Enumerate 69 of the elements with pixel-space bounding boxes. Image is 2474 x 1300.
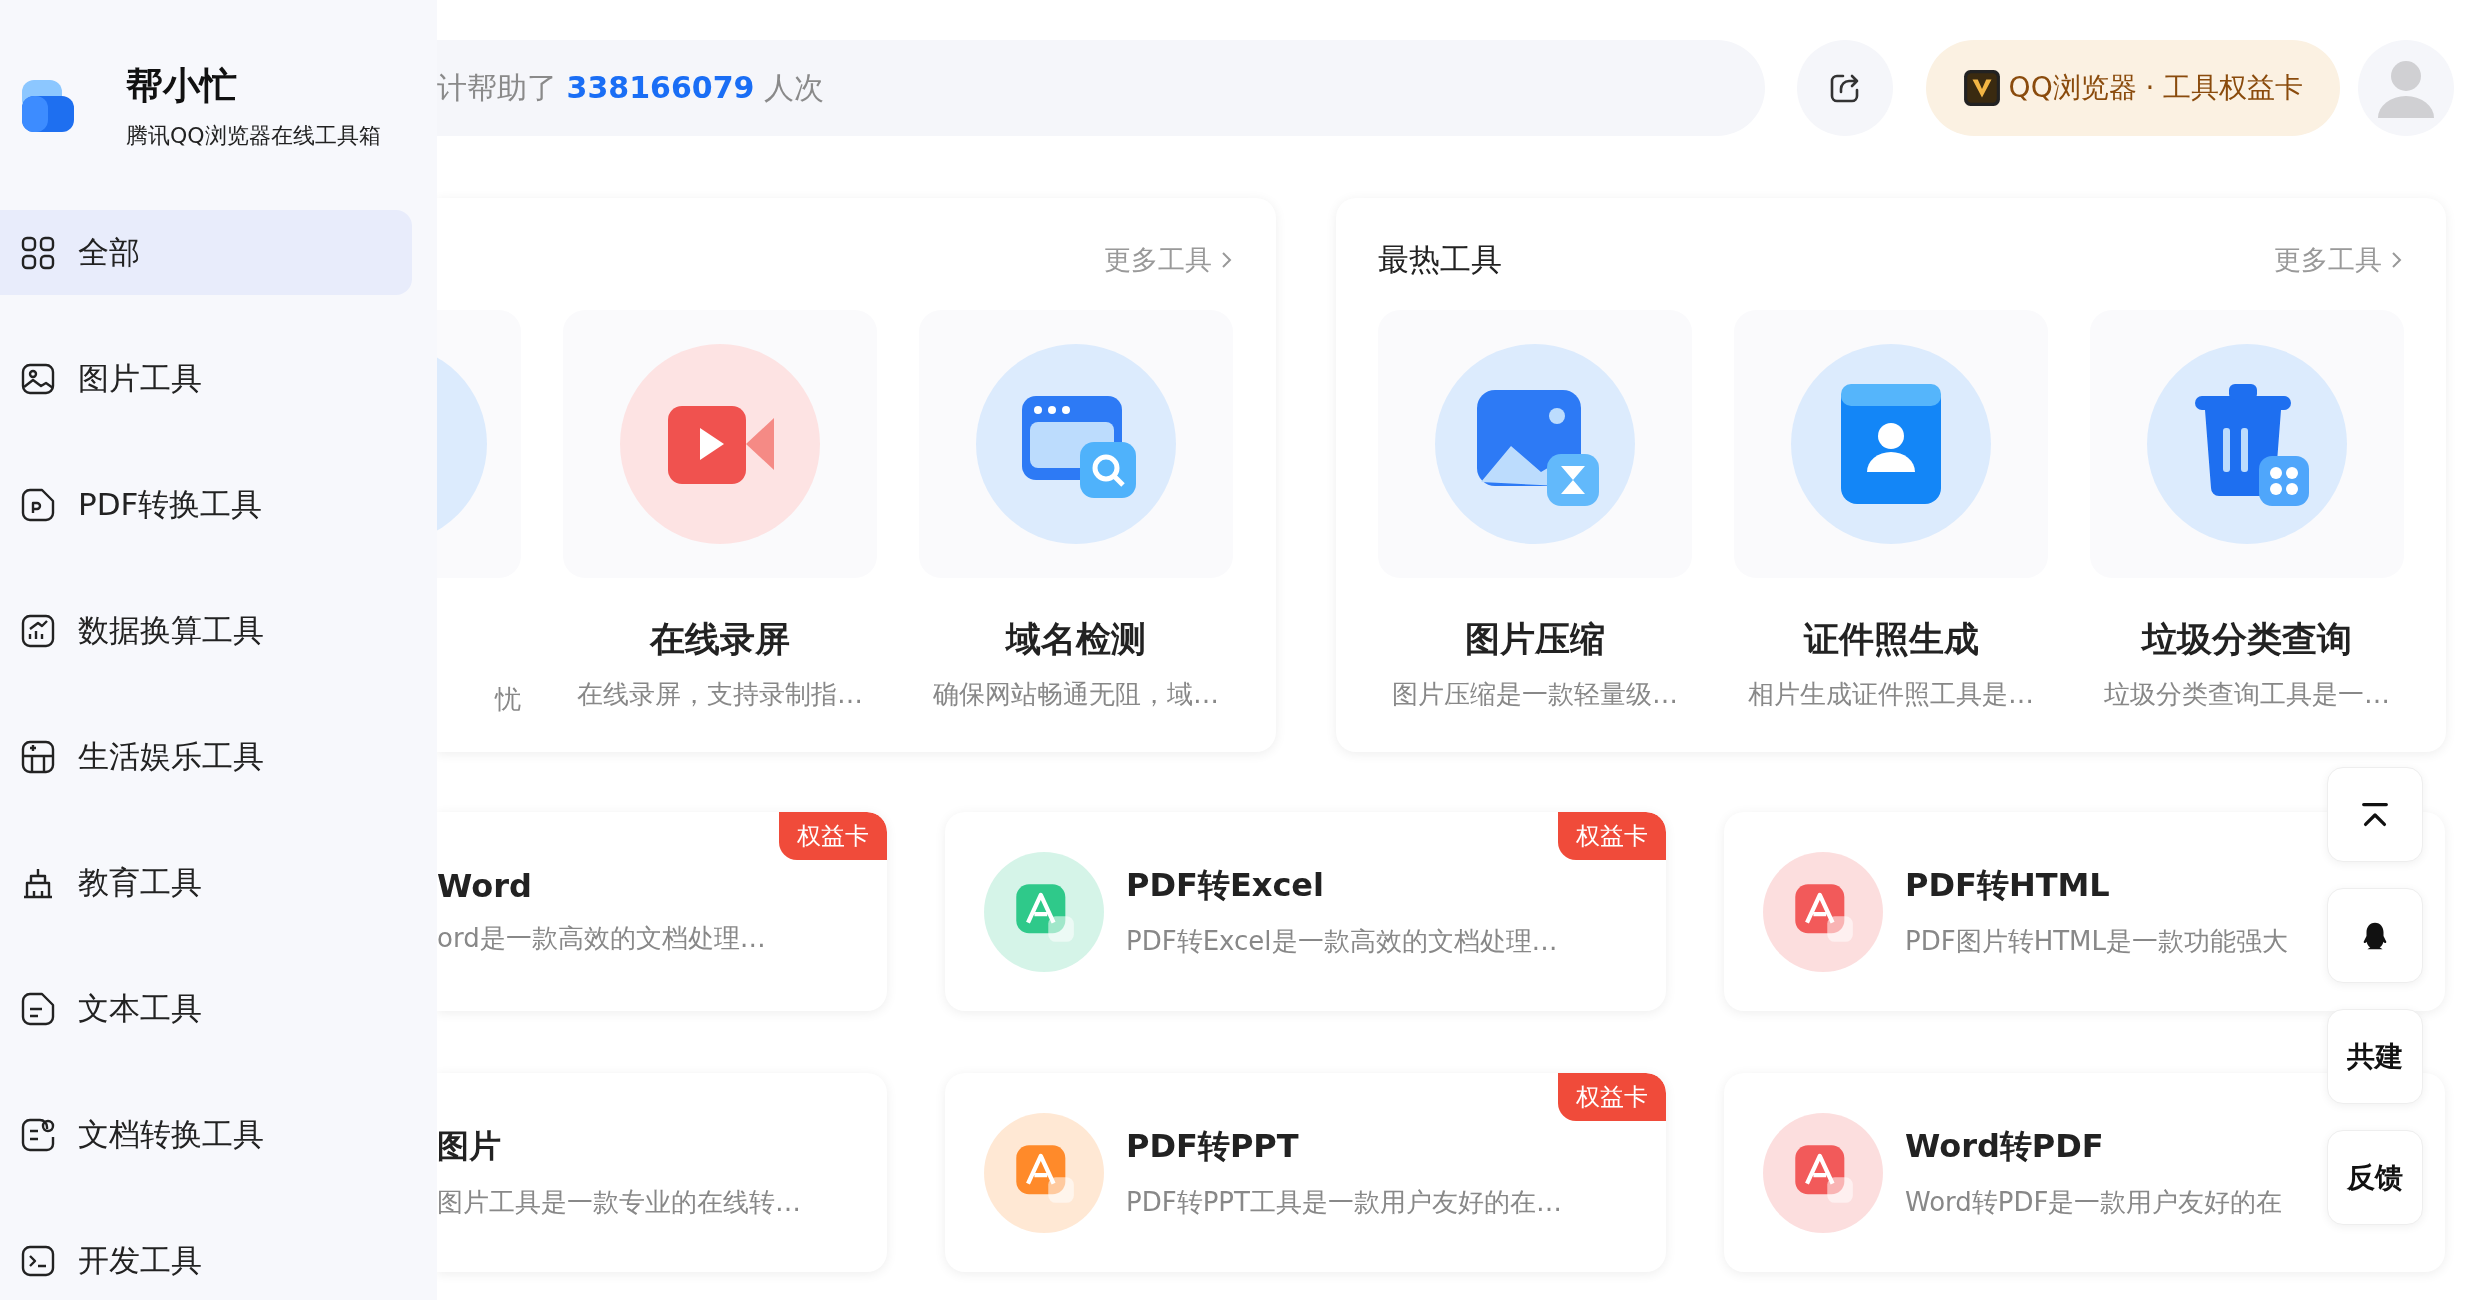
tool-description: PDF转PPT工具是一款用户友好的在… [1126, 1186, 1562, 1219]
pdf-file-icon [20, 486, 56, 523]
float-text-button[interactable]: 共建 [2327, 1009, 2423, 1104]
tool-tile[interactable] [2090, 310, 2404, 578]
app-title: 帮小忙 [126, 63, 238, 109]
tool-card[interactable]: PDF转PPT PDF转PPT工具是一款用户友好的在… 权益卡 [945, 1073, 1666, 1272]
vip-badge-icon [1962, 69, 2001, 107]
vip-card-button[interactable]: QQ浏览器 · 工具权益卡 [1926, 40, 2340, 136]
gamepad-icon [20, 738, 56, 775]
sidebar-item[interactable]: 生活娱乐工具 [0, 714, 412, 799]
sidebar-item[interactable]: 文档转换工具 [0, 1092, 412, 1177]
tool-description: 在线录屏，支持录制指… [577, 678, 863, 711]
grid-icon [20, 234, 56, 271]
tool-title: Word转PDF [1905, 1126, 2105, 1167]
tool-tile[interactable] [437, 310, 521, 578]
tool-name: 图片压缩 [1465, 618, 1605, 661]
trash-can-icon [2147, 344, 2347, 544]
tool-name: 垃圾分类查询 [2142, 618, 2352, 661]
sidebar-item[interactable]: 数据换算工具 [0, 588, 412, 673]
tool-description: ord是一款高效的文档处理… [437, 922, 766, 955]
sidebar-item[interactable]: 开发工具 [0, 1218, 412, 1300]
web-search-icon [976, 344, 1176, 544]
tool-description: Word转PDF是一款用户友好的在 [1905, 1186, 2283, 1219]
app-subtitle: 腾讯QQ浏览器在线工具箱 [126, 122, 381, 150]
float-text-button[interactable]: 反馈 [2327, 1130, 2423, 1225]
tool-title: 图片 [437, 1126, 502, 1167]
tool-title: PDF转HTML [1905, 865, 2111, 906]
tool-title: PDF转PPT [1126, 1126, 1300, 1167]
sidebar-item[interactable]: 图片工具 [0, 336, 412, 421]
sidebar-item[interactable]: 文本工具 [0, 966, 412, 1051]
logo-icon [20, 78, 76, 134]
tool-title: PDF转Excel [1126, 865, 1325, 906]
tool-description: PDF转Excel是一款高效的文档处理… [1126, 925, 1558, 958]
stats-text: 计帮助了 338166079 人次 [437, 68, 824, 107]
benefit-badge: 权益卡 [1558, 1073, 1666, 1121]
benefit-badge: 权益卡 [779, 812, 887, 860]
tool-description: 相片生成证件照工具是… [1748, 678, 2034, 711]
tool-description: 忧 [495, 683, 521, 716]
tool-card[interactable]: PDF转HTML PDF图片转HTML是一款功能强大 [1724, 812, 2445, 1011]
qq-button[interactable] [2327, 888, 2423, 983]
tool-tile[interactable] [1378, 310, 1692, 578]
benefit-badge: 权益卡 [1558, 812, 1666, 860]
tool-name: 证件照生成 [1803, 618, 1979, 661]
tool-description: 图片压缩是一款轻量级… [1392, 678, 1678, 711]
tool-name: 域名检测 [1006, 618, 1146, 661]
chevron-right-icon [1220, 250, 1232, 270]
tool-title: Word [437, 867, 533, 905]
section-title: 最热工具 [1378, 240, 1502, 279]
tool-name: 在线录屏 [650, 618, 790, 661]
tool-card[interactable]: 图片 图片工具是一款专业的在线转… [437, 1073, 887, 1272]
doc-convert-icon [20, 1116, 56, 1153]
tool-description: PDF图片转HTML是一款功能强大 [1905, 925, 2288, 958]
sidebar-item[interactable]: 教育工具 [0, 840, 412, 925]
id-photo-icon [1791, 344, 1991, 544]
sidebar-item[interactable]: 全部 [0, 210, 412, 295]
document-icon [20, 990, 56, 1027]
image-compress-icon [1435, 344, 1635, 544]
tool-tile[interactable] [1734, 310, 2048, 578]
tool-description: 确保网站畅通无阻，域… [933, 678, 1219, 711]
chart-icon [20, 612, 56, 649]
tool-card[interactable]: PDF转Excel PDF转Excel是一款高效的文档处理… 权益卡 [945, 812, 1666, 1011]
tool-description: 图片工具是一款专业的在线转… [437, 1186, 801, 1219]
tool-tile[interactable] [563, 310, 877, 578]
sidebar-item[interactable]: PDF转换工具 [0, 462, 412, 547]
chevron-right-icon [2390, 250, 2402, 270]
tool-tile[interactable] [919, 310, 1233, 578]
tool-card[interactable]: Word ord是一款高效的文档处理… 权益卡 [437, 812, 887, 1011]
tool-description: 垃圾分类查询工具是一… [2104, 678, 2390, 711]
video-camera-icon [620, 344, 820, 544]
